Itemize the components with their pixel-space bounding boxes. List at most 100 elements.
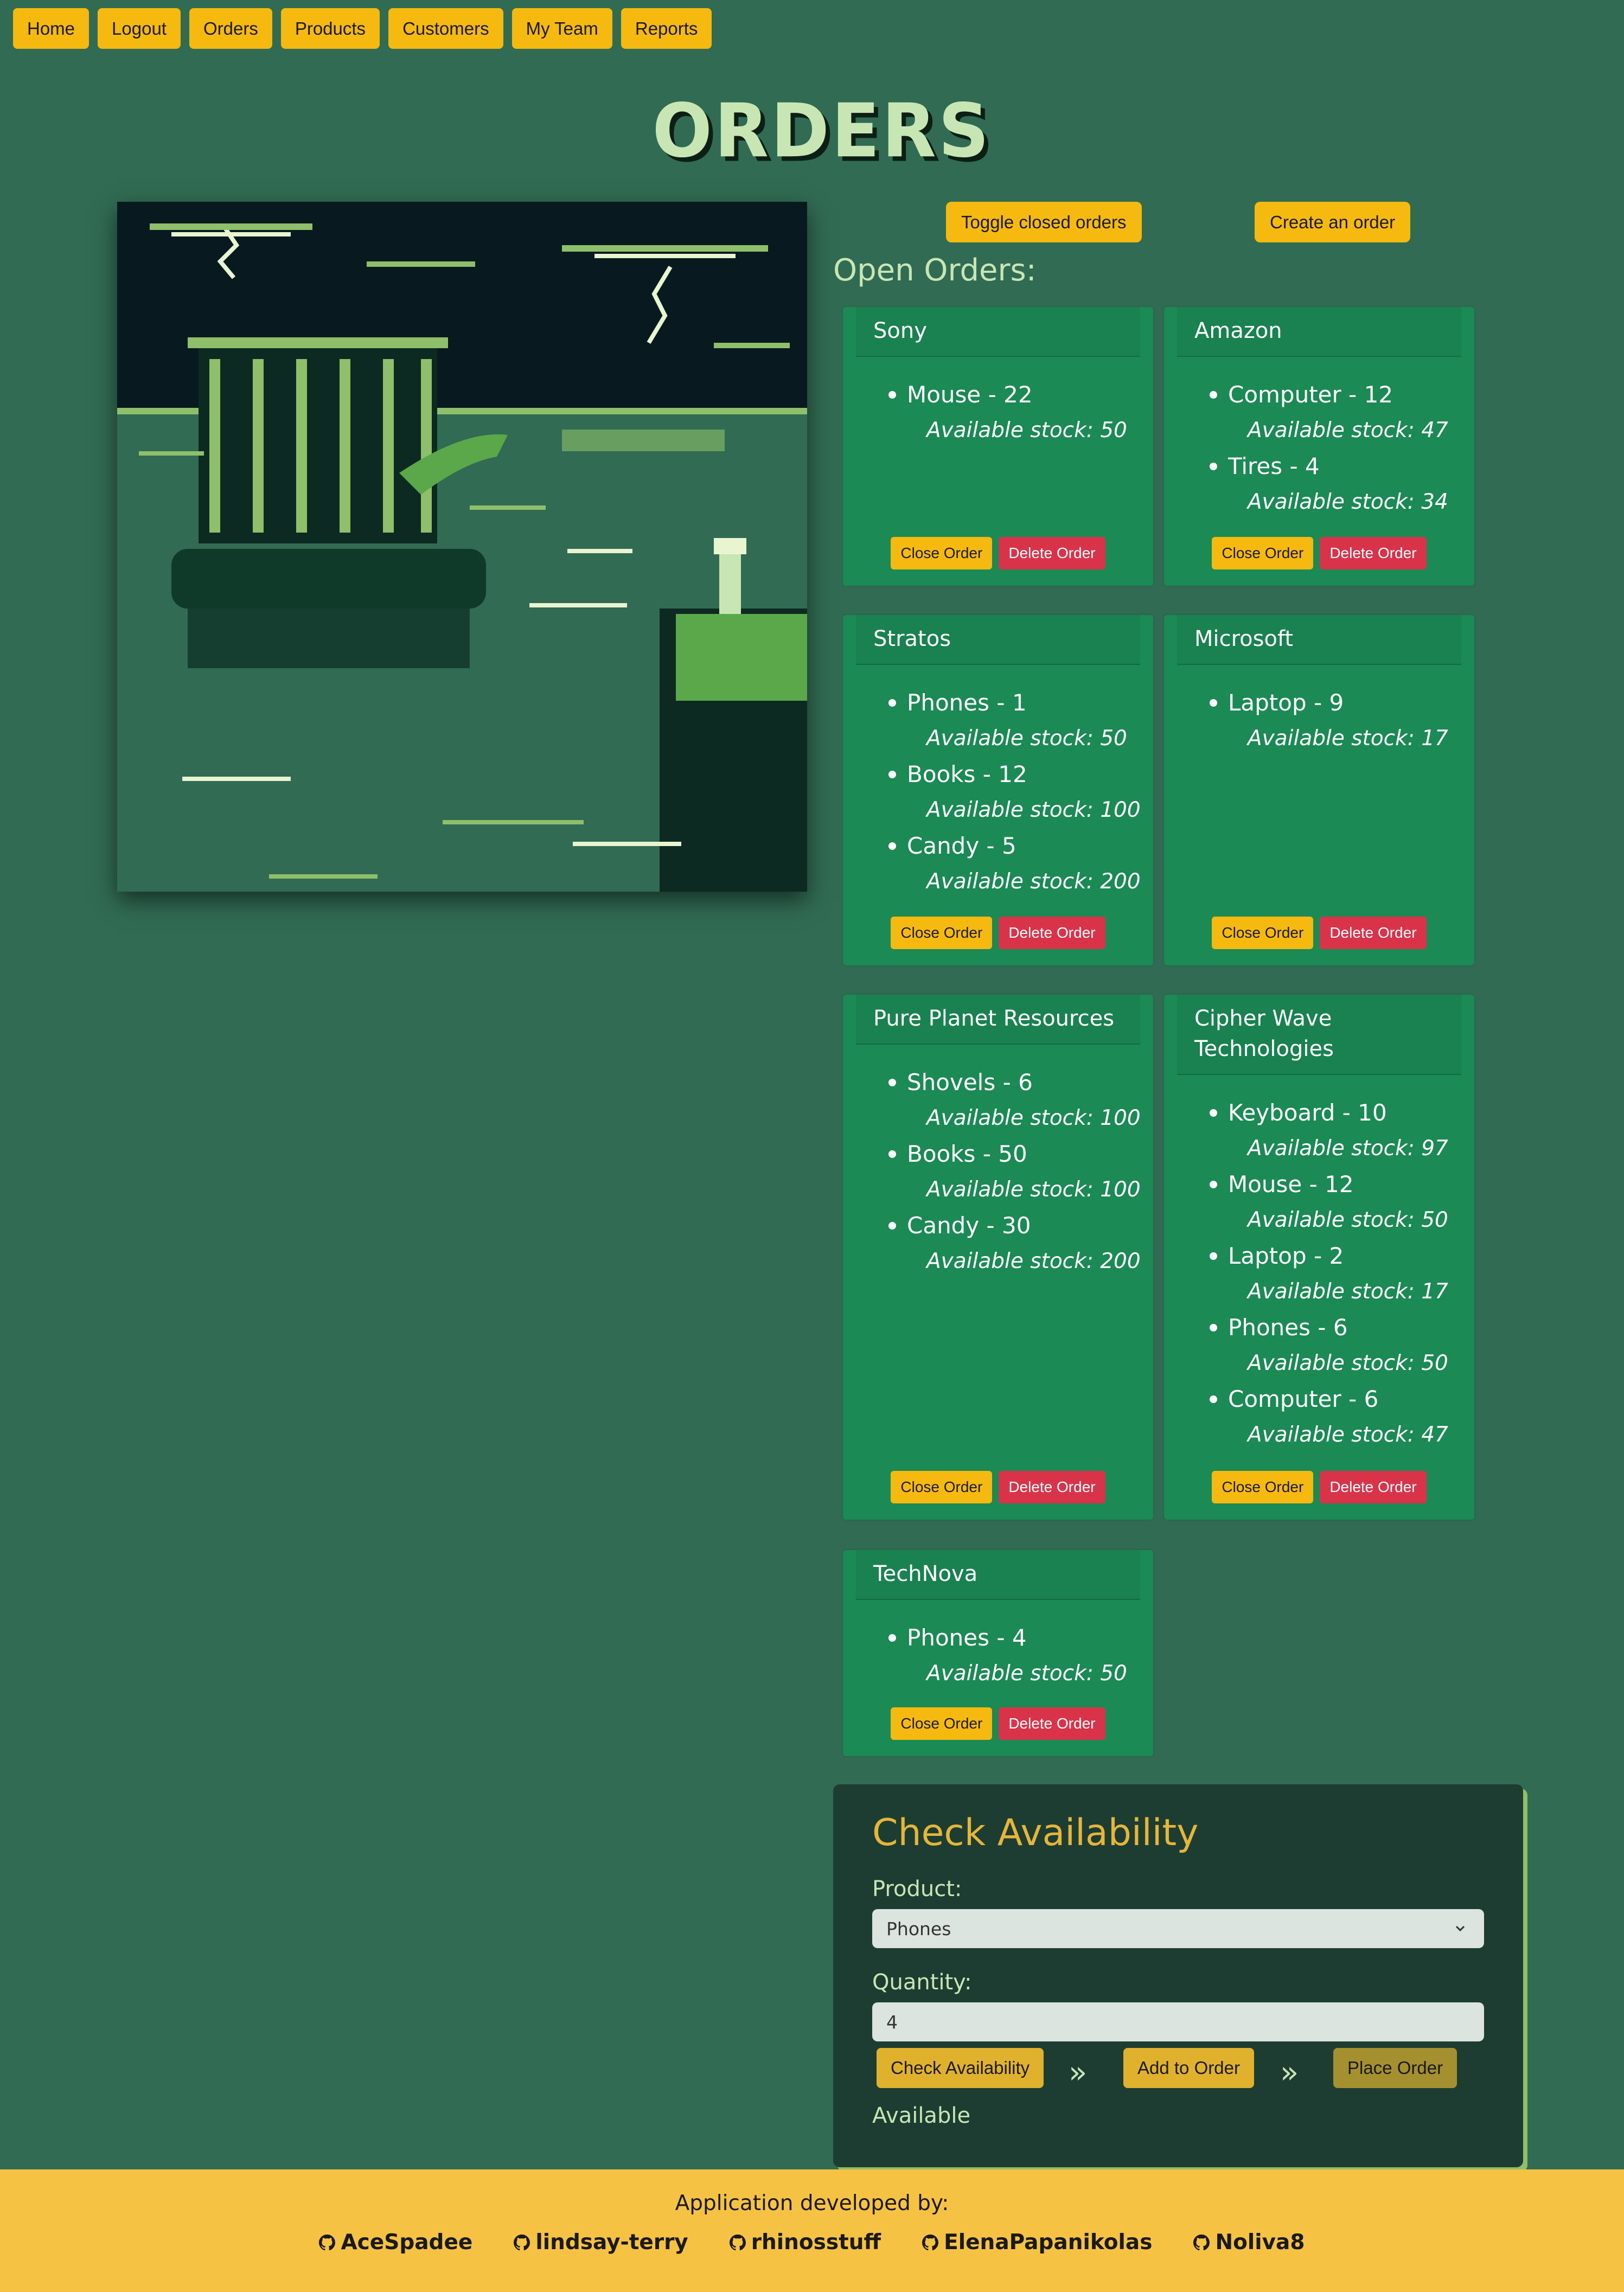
close-order-button[interactable]: Close Order <box>891 1471 993 1503</box>
item-stock: Available stock: 50 <box>926 1661 1127 1686</box>
product-label: Product: <box>872 1877 962 1902</box>
developer-link[interactable]: rhinosstuff <box>729 2230 881 2255</box>
developer-name: ElenaPapanikolas <box>944 2230 1153 2255</box>
order-item: Phones - 4 <box>843 1621 1153 1655</box>
order-card: Amazon Computer - 12 Available stock: 47… <box>1164 307 1474 586</box>
order-items-list: Phones - 4 Available stock: 50 <box>843 1600 1153 1692</box>
developer-link[interactable]: Noliva8 <box>1193 2230 1305 2255</box>
quantity-value: 4 <box>886 2011 898 2033</box>
item-stock: Available stock: 97 <box>1248 1136 1448 1161</box>
delete-order-button[interactable]: Delete Order <box>1320 1471 1427 1503</box>
item-stock: Available stock: 34 <box>1248 490 1448 514</box>
order-item: Computer - 6 <box>1164 1382 1474 1417</box>
top-nav: Home Logout Orders Products Customers My… <box>13 8 712 49</box>
order-item: Mouse - 22 <box>843 377 1153 412</box>
delete-order-button[interactable]: Delete Order <box>999 1471 1105 1503</box>
order-actions: Close Order Delete Order <box>843 1471 1153 1503</box>
order-items-list: Keyboard - 10 Available stock: 97 Mouse … <box>1164 1075 1474 1454</box>
order-card: Stratos Phones - 1 Available stock: 50 B… <box>843 615 1153 965</box>
chevron-down-icon <box>1455 1925 1465 1932</box>
order-item: Laptop - 2 <box>1164 1239 1474 1273</box>
developer-name: AceSpadee <box>341 2230 473 2255</box>
order-customer-name: Microsoft <box>1177 615 1461 665</box>
add-to-order-button[interactable]: Add to Order <box>1123 2048 1254 2088</box>
product-select[interactable]: Phones <box>872 1909 1484 1948</box>
footer-credits-label: Application developed by: <box>675 2191 949 2216</box>
order-items-list: Mouse - 22 Available stock: 50 <box>843 357 1153 449</box>
check-availability-button[interactable]: Check Availability <box>877 2048 1044 2088</box>
nav-orders-button[interactable]: Orders <box>189 8 272 49</box>
github-icon <box>922 2234 939 2250</box>
order-item: Computer - 12 <box>1164 377 1474 412</box>
item-stock: Available stock: 50 <box>1248 1351 1448 1375</box>
github-icon <box>1193 2234 1210 2250</box>
order-item: Candy - 30 <box>843 1208 1153 1243</box>
nav-my-team-button[interactable]: My Team <box>512 8 612 49</box>
developer-link[interactable]: ElenaPapanikolas <box>922 2230 1152 2255</box>
order-item: Keyboard - 10 <box>1164 1096 1474 1130</box>
quantity-input[interactable]: 4 <box>872 2002 1484 2041</box>
toggle-closed-orders-button[interactable]: Toggle closed orders <box>946 202 1142 242</box>
pixel-art-image <box>117 202 807 892</box>
order-item: Books - 50 <box>843 1137 1153 1171</box>
delete-order-button[interactable]: Delete Order <box>999 1707 1105 1740</box>
close-order-button[interactable]: Close Order <box>891 537 993 569</box>
developer-links: AceSpadee lindsay-terry rhinosstuff Elen… <box>0 2230 1624 2255</box>
order-actions: Close Order Delete Order <box>843 917 1153 949</box>
place-order-button[interactable]: Place Order <box>1333 2048 1457 2088</box>
page-title: ORDERS <box>652 87 992 174</box>
order-item: Candy - 5 <box>843 829 1153 863</box>
close-order-button[interactable]: Close Order <box>1212 537 1314 569</box>
order-actions: Close Order Delete Order <box>843 1707 1153 1740</box>
order-item: Phones - 1 <box>843 686 1153 720</box>
order-card: TechNova Phones - 4 Available stock: 50 … <box>843 1550 1153 1756</box>
check-availability-title: Check Availability <box>872 1811 1199 1854</box>
order-item: Mouse - 12 <box>1164 1167 1474 1202</box>
order-customer-name: Sony <box>856 307 1140 357</box>
order-item: Laptop - 9 <box>1164 686 1474 720</box>
quantity-label: Quantity: <box>872 1970 972 1995</box>
footer: Application developed by: AceSpadee lind… <box>0 2169 1624 2292</box>
github-icon <box>319 2234 336 2250</box>
nav-products-button[interactable]: Products <box>280 8 380 49</box>
github-icon <box>729 2234 746 2250</box>
order-items-list: Phones - 1 Available stock: 50 Books - 1… <box>843 665 1153 900</box>
create-order-button[interactable]: Create an order <box>1255 202 1411 242</box>
close-order-button[interactable]: Close Order <box>1212 917 1314 949</box>
order-card: Cipher Wave Technologies Keyboard - 10 A… <box>1164 995 1474 1520</box>
order-actions: Close Order Delete Order <box>843 537 1153 569</box>
order-customer-name: Stratos <box>856 615 1140 665</box>
order-customer-name: TechNova <box>856 1550 1140 1600</box>
step-arrow-icon: » <box>1280 2055 1299 2090</box>
open-orders-heading: Open Orders: <box>833 253 1037 288</box>
nav-reports-button[interactable]: Reports <box>621 8 712 49</box>
item-stock: Available stock: 50 <box>926 418 1127 443</box>
order-item: Tires - 4 <box>1164 449 1474 484</box>
close-order-button[interactable]: Close Order <box>891 1707 993 1740</box>
developer-name: Noliva8 <box>1215 2230 1305 2255</box>
developer-name: lindsay-terry <box>535 2230 688 2255</box>
nav-logout-button[interactable]: Logout <box>98 8 181 49</box>
delete-order-button[interactable]: Delete Order <box>1320 537 1427 569</box>
order-items-list: Computer - 12 Available stock: 47 Tires … <box>1164 357 1474 521</box>
developer-link[interactable]: AceSpadee <box>319 2230 472 2255</box>
nav-customers-button[interactable]: Customers <box>388 8 503 49</box>
developer-link[interactable]: lindsay-terry <box>514 2230 688 2255</box>
delete-order-button[interactable]: Delete Order <box>999 917 1105 949</box>
close-order-button[interactable]: Close Order <box>1212 1471 1314 1503</box>
order-customer-name: Pure Planet Resources <box>856 995 1140 1045</box>
github-icon <box>514 2234 530 2250</box>
order-customer-name: Cipher Wave Technologies <box>1177 995 1461 1075</box>
delete-order-button[interactable]: Delete Order <box>1320 917 1427 949</box>
delete-order-button[interactable]: Delete Order <box>999 537 1105 569</box>
order-actions: Close Order Delete Order <box>1164 537 1474 569</box>
nav-home-button[interactable]: Home <box>13 8 89 49</box>
check-availability-panel: Check Availability Product: Phones Quant… <box>833 1784 1523 2167</box>
order-items-list: Shovels - 6 Available stock: 100 Books -… <box>843 1045 1153 1280</box>
item-stock: Available stock: 17 <box>1248 726 1448 751</box>
close-order-button[interactable]: Close Order <box>891 917 993 949</box>
item-stock: Available stock: 100 <box>926 1106 1141 1130</box>
item-stock: Available stock: 47 <box>1248 1423 1448 1447</box>
availability-status: Available <box>872 2103 971 2128</box>
developer-name: rhinosstuff <box>751 2230 881 2255</box>
